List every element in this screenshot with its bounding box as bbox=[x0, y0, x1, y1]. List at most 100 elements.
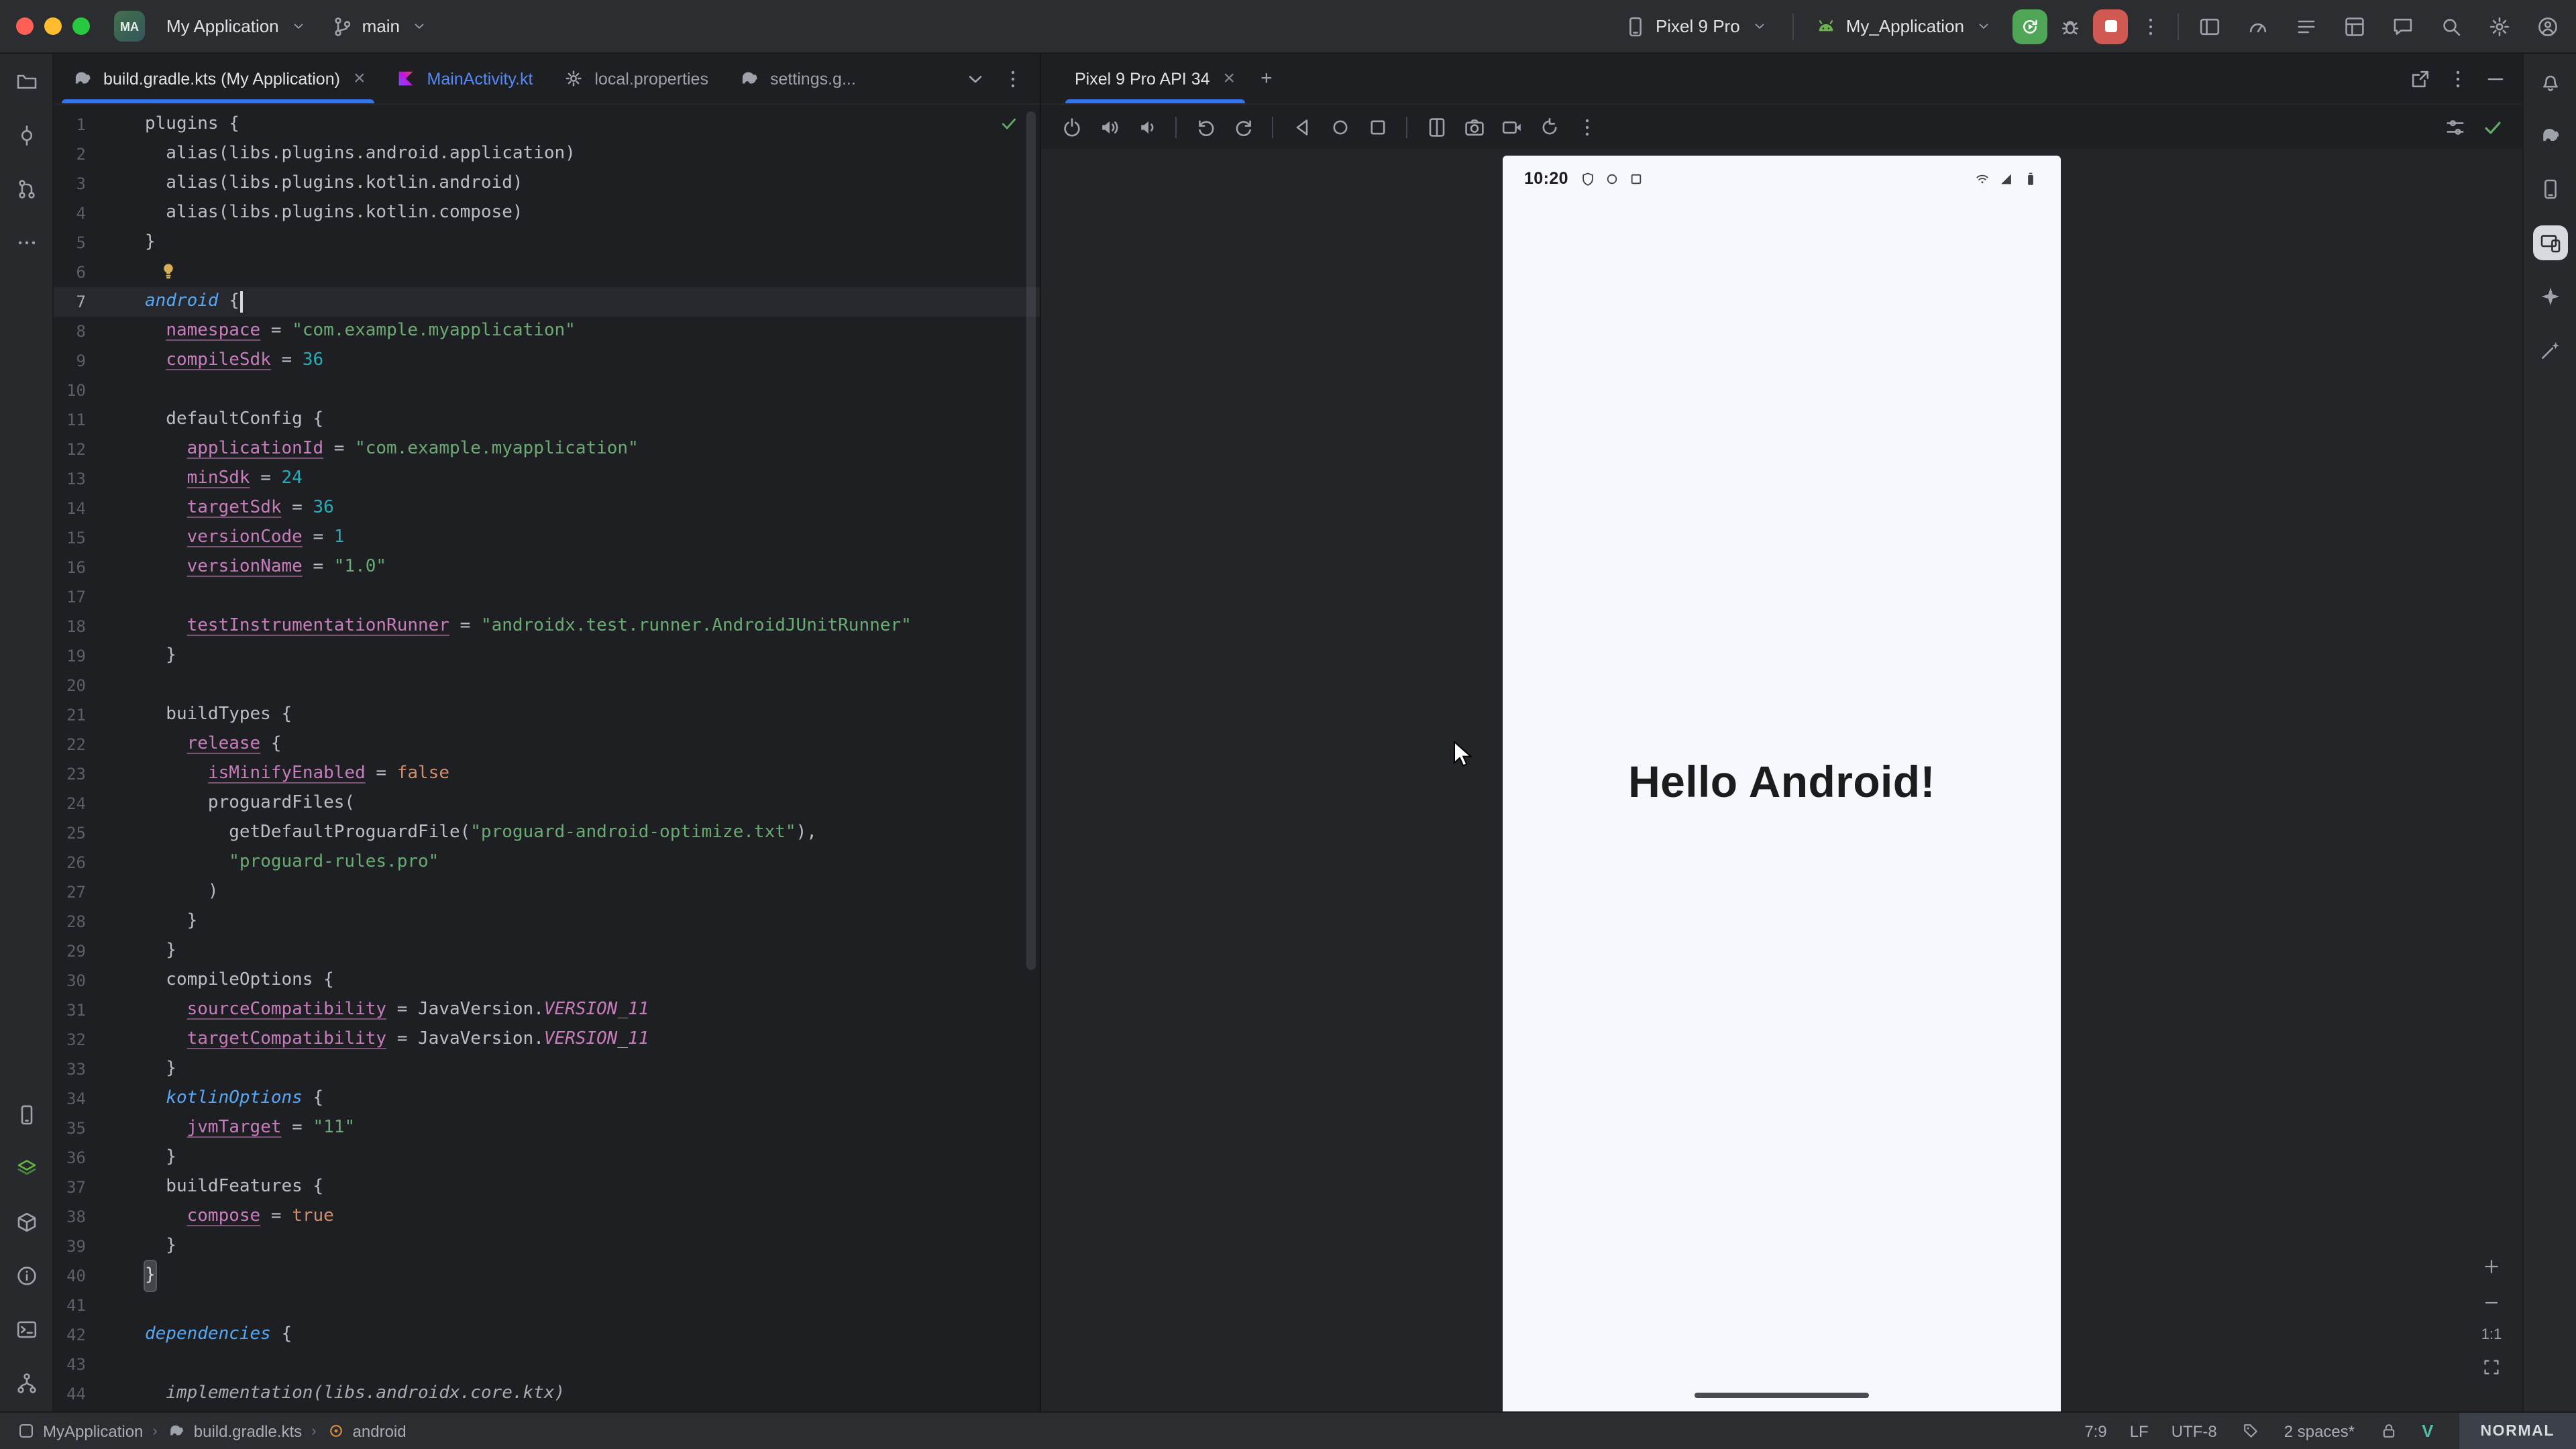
assistant-tool-button[interactable] bbox=[2532, 333, 2567, 368]
more-run-actions-button[interactable] bbox=[2135, 10, 2167, 42]
line-number: 11 bbox=[54, 405, 86, 435]
hidden-tabs-button[interactable] bbox=[962, 65, 989, 92]
zoom-window-button[interactable] bbox=[72, 17, 90, 35]
close-device-tab-icon[interactable]: × bbox=[1224, 68, 1236, 89]
line-number: 8 bbox=[54, 317, 86, 346]
code-line: 17 bbox=[54, 582, 1040, 612]
device-status-bar: 10:20 bbox=[1503, 156, 2061, 188]
encoding-widget[interactable]: UTF-8 bbox=[2171, 1421, 2217, 1440]
hello-text: Hello Android! bbox=[1503, 757, 2061, 808]
pull-requests-tool-button[interactable] bbox=[9, 172, 44, 207]
fold-button[interactable] bbox=[1422, 113, 1450, 141]
chat-button[interactable] bbox=[2388, 11, 2418, 41]
device-ui-settings-button[interactable] bbox=[2440, 113, 2469, 141]
line-ending-widget[interactable]: LF bbox=[2130, 1421, 2149, 1440]
device-screen[interactable]: 10:20 Hello Android! bbox=[1503, 156, 2061, 1411]
run-config-selector[interactable]: My_Application bbox=[1805, 9, 2006, 43]
add-device-button[interactable]: + bbox=[1250, 54, 1283, 103]
device-tab[interactable]: Pixel 9 Pro API 34 × bbox=[1060, 54, 1250, 103]
layout-validation-tool-button[interactable] bbox=[9, 1151, 44, 1186]
tag-icon[interactable] bbox=[2240, 1420, 2261, 1442]
line-number: 20 bbox=[54, 671, 86, 700]
rotate-left-button[interactable] bbox=[1191, 113, 1220, 141]
editor-tab[interactable]: local.properties bbox=[547, 54, 723, 103]
gesture-bar[interactable] bbox=[1695, 1393, 1869, 1398]
build-tool-button[interactable] bbox=[9, 1205, 44, 1240]
problems-tool-button[interactable] bbox=[9, 1258, 44, 1293]
project-tool-button[interactable] bbox=[9, 64, 44, 99]
device-manager-tool-button[interactable] bbox=[2532, 172, 2567, 207]
volume-up-button[interactable] bbox=[1095, 113, 1123, 141]
commit-tool-button[interactable] bbox=[9, 118, 44, 153]
code-line: 44 implementation(libs.androidx.core.ktx… bbox=[54, 1379, 1040, 1409]
back-button[interactable] bbox=[1288, 113, 1316, 141]
zoom-to-fit-button[interactable] bbox=[2479, 1355, 2504, 1379]
zoom-in-button[interactable] bbox=[2479, 1254, 2504, 1279]
device-explorer-tool-button[interactable] bbox=[9, 1097, 44, 1132]
notifications-tool-button[interactable] bbox=[2532, 64, 2567, 99]
stop-button[interactable] bbox=[2093, 9, 2128, 44]
zoom-level-label[interactable]: 1:1 bbox=[2481, 1327, 2502, 1343]
line-number: 4 bbox=[54, 199, 86, 228]
device-pane-options-button[interactable] bbox=[2445, 65, 2471, 92]
layout-inspector-button[interactable] bbox=[2340, 11, 2369, 41]
screen-record-button[interactable] bbox=[1497, 113, 1525, 141]
debug-button[interactable] bbox=[2054, 10, 2086, 42]
power-button[interactable] bbox=[1057, 113, 1085, 141]
profiler-button[interactable] bbox=[2243, 11, 2273, 41]
gradle-tool-button[interactable] bbox=[2532, 118, 2567, 153]
logcat-button[interactable] bbox=[2292, 11, 2321, 41]
breadcrumb-item[interactable]: MyApplication bbox=[16, 1421, 143, 1441]
line-number: 27 bbox=[54, 877, 86, 907]
more-tool-windows-button[interactable] bbox=[9, 225, 44, 260]
breadcrumb-item[interactable]: build.gradle.kts bbox=[167, 1421, 302, 1441]
titlebar: MA My Application main Pixel 9 Pro My_Ap… bbox=[0, 0, 2576, 54]
close-tab-icon[interactable]: × bbox=[354, 68, 366, 89]
editor-lines: 1plugins {2 alias(libs.plugins.android.a… bbox=[54, 110, 1040, 1409]
run-button[interactable] bbox=[2012, 9, 2047, 44]
tool-windows-button[interactable] bbox=[2195, 11, 2224, 41]
editor-tab[interactable]: MainActivity.kt bbox=[380, 54, 548, 103]
device-tab-label: Pixel 9 Pro API 34 bbox=[1075, 69, 1210, 88]
code-line: 3 alias(libs.plugins.kotlin.android) bbox=[54, 169, 1040, 199]
breadcrumb-item[interactable]: android bbox=[326, 1421, 407, 1441]
lock-icon[interactable] bbox=[2377, 1420, 2399, 1442]
volume-down-button[interactable] bbox=[1132, 113, 1161, 141]
account-button[interactable] bbox=[2533, 11, 2563, 41]
branch-switcher[interactable]: main bbox=[321, 9, 441, 43]
close-window-button[interactable] bbox=[16, 17, 34, 35]
breadcrumb-label: android bbox=[353, 1421, 407, 1440]
intention-bulb-icon[interactable] bbox=[158, 262, 180, 283]
inspection-ok-icon[interactable] bbox=[1000, 114, 1018, 133]
ideavim-icon[interactable]: V bbox=[2422, 1421, 2433, 1441]
editor-scrollbar[interactable] bbox=[1026, 111, 1036, 970]
screenshot-button[interactable] bbox=[1460, 113, 1488, 141]
code-editor[interactable]: 1plugins {2 alias(libs.plugins.android.a… bbox=[54, 105, 1040, 1411]
project-switcher[interactable]: My Application bbox=[156, 9, 321, 43]
gemini-tool-button[interactable] bbox=[2532, 279, 2567, 314]
terminal-tool-button[interactable] bbox=[9, 1312, 44, 1347]
minimize-window-button[interactable] bbox=[44, 17, 62, 35]
editor-tab[interactable]: settings.g... bbox=[723, 54, 871, 103]
settings-button[interactable] bbox=[2485, 11, 2514, 41]
device-selector[interactable]: Pixel 9 Pro bbox=[1614, 9, 1782, 43]
home-button[interactable] bbox=[1326, 113, 1354, 141]
restart-button[interactable] bbox=[1535, 113, 1563, 141]
code-line: 30 compileOptions { bbox=[54, 966, 1040, 996]
running-devices-tool-button[interactable] bbox=[2532, 225, 2567, 260]
code-line: 5} bbox=[54, 228, 1040, 258]
caret-position-widget[interactable]: 7:9 bbox=[2084, 1421, 2106, 1440]
indent-widget[interactable]: 2 spaces* bbox=[2284, 1421, 2355, 1440]
device-ok-icon[interactable] bbox=[2478, 113, 2506, 141]
rotate-right-button[interactable] bbox=[1229, 113, 1257, 141]
open-in-window-button[interactable] bbox=[2407, 65, 2434, 92]
search-everywhere-button[interactable] bbox=[2436, 11, 2466, 41]
code-line: 32 targetCompatibility = JavaVersion.VER… bbox=[54, 1025, 1040, 1055]
overview-button[interactable] bbox=[1363, 113, 1391, 141]
zoom-out-button[interactable] bbox=[2479, 1291, 2504, 1315]
editor-tab[interactable]: build.gradle.kts (My Application)× bbox=[56, 54, 380, 103]
tab-options-button[interactable] bbox=[1000, 65, 1026, 92]
hide-pane-button[interactable] bbox=[2482, 65, 2509, 92]
more-device-actions-button[interactable] bbox=[1572, 113, 1601, 141]
version-control-tool-button[interactable] bbox=[9, 1366, 44, 1401]
